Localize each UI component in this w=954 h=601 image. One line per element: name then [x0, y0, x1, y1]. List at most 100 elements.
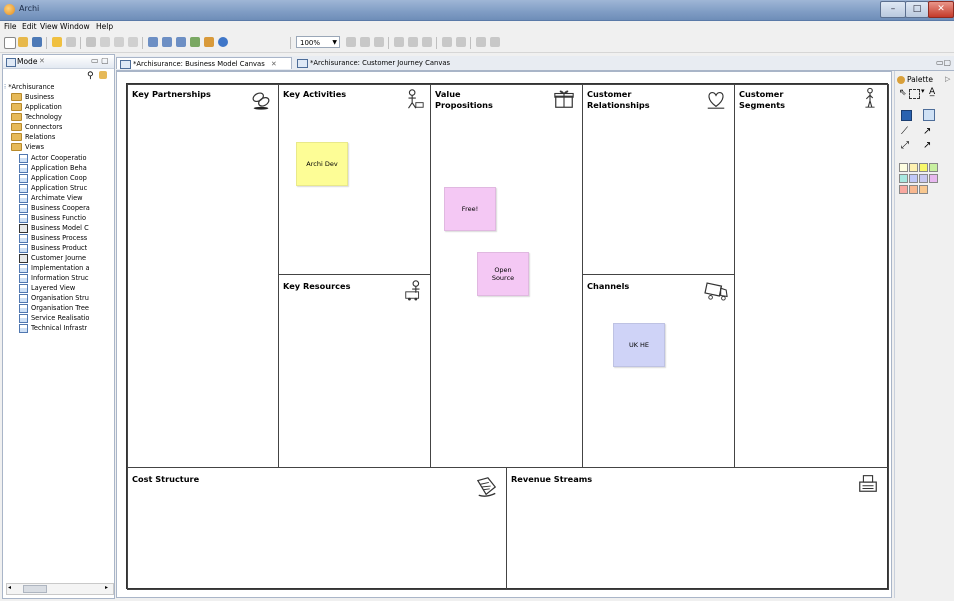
scroll-right-icon[interactable]: ▸: [105, 584, 108, 591]
tree-view-item[interactable]: Application Beha: [19, 163, 87, 173]
tree-view-item[interactable]: Organisation Tree: [19, 303, 89, 313]
new-icon[interactable]: [4, 37, 16, 49]
menu-view[interactable]: View: [40, 21, 58, 33]
close-button[interactable]: ✕: [928, 1, 954, 18]
marquee-tool-icon[interactable]: [909, 89, 920, 99]
close-icon[interactable]: ✕: [271, 60, 277, 68]
connection-arrow-icon[interactable]: ↗: [923, 126, 931, 137]
tree-view-item[interactable]: Business Functio: [19, 213, 86, 223]
close-icon[interactable]: ✕: [39, 57, 45, 65]
sticky-color-swatch[interactable]: [909, 163, 918, 172]
align-right-icon[interactable]: [374, 37, 384, 47]
sticky-note-archi-dev[interactable]: Archi Dev: [296, 142, 348, 186]
open-folder-icon[interactable]: [18, 37, 28, 47]
search-icon[interactable]: ⚲: [87, 71, 94, 81]
navigator-icon[interactable]: [190, 37, 200, 47]
tree-view-item[interactable]: Implementation a: [19, 263, 90, 273]
chevron-right-icon[interactable]: ▷: [945, 75, 950, 83]
tree-root[interactable]: ⁝ *Archisurance: [4, 82, 54, 92]
outline-icon[interactable]: [176, 37, 186, 47]
sticky-color-swatch[interactable]: [929, 163, 938, 172]
select-tool-icon[interactable]: ⇖: [899, 88, 907, 98]
cell-revenue-streams[interactable]: Revenue Streams: [506, 467, 889, 590]
sticky-note-uk-he[interactable]: UK HE: [613, 323, 665, 367]
tree-view-item[interactable]: Customer Journe: [19, 253, 86, 263]
sticky-note-free[interactable]: Free!: [444, 187, 496, 231]
sticky-color-swatch[interactable]: [899, 185, 908, 194]
align-center-icon[interactable]: [360, 37, 370, 47]
undo-icon[interactable]: [52, 37, 62, 47]
default-size-icon[interactable]: [476, 37, 486, 47]
minimize-button[interactable]: –: [880, 1, 906, 18]
copy-icon[interactable]: [100, 37, 110, 47]
tab-business-model-canvas[interactable]: *Archisurance: Business Model Canvas ✕: [116, 57, 292, 69]
delete-icon[interactable]: [128, 37, 138, 47]
tree-folder-relations[interactable]: Relations: [11, 132, 55, 142]
filter-icon[interactable]: [99, 71, 107, 79]
zoom-select[interactable]: 100% ▼: [296, 36, 340, 48]
tree-view-item[interactable]: Service Realisatio: [19, 313, 89, 323]
tree-view-item[interactable]: Archimate View: [19, 193, 83, 203]
match-width-icon[interactable]: [442, 37, 452, 47]
tab-customer-journey-canvas[interactable]: *Archisurance: Customer Journey Canvas: [294, 57, 464, 69]
model-tree-icon[interactable]: [148, 37, 158, 47]
reset-aspect-icon[interactable]: [490, 37, 500, 47]
tree-view-item[interactable]: Business Coopera: [19, 203, 90, 213]
cell-key-resources[interactable]: Key Resources: [278, 274, 431, 468]
tree-view-item[interactable]: Layered View: [19, 283, 75, 293]
menu-edit[interactable]: Edit: [22, 21, 37, 33]
scroll-left-icon[interactable]: ◂: [8, 584, 11, 591]
tree-folder-connectors[interactable]: Connectors: [11, 122, 62, 132]
tree-view-item[interactable]: Business Model C: [19, 223, 89, 233]
tree-folder-technology[interactable]: Technology: [11, 112, 62, 122]
tree-view-item[interactable]: Actor Cooperatio: [19, 153, 87, 163]
format-painter-icon[interactable]: A̲: [929, 87, 935, 97]
horizontal-scrollbar[interactable]: ◂ ▸: [6, 583, 114, 595]
paste-icon[interactable]: [114, 37, 124, 47]
sticky-color-swatch[interactable]: [899, 163, 908, 172]
scrollbar-thumb[interactable]: [23, 585, 47, 593]
sticky-note-open-source[interactable]: Open Source: [477, 252, 529, 296]
minimize-maximize-icon[interactable]: ▭▢: [936, 58, 951, 67]
connection-dashed-icon[interactable]: ⤢: [901, 140, 909, 151]
cut-icon[interactable]: [86, 37, 96, 47]
properties-icon[interactable]: [162, 37, 172, 47]
tree-view-item[interactable]: Business Process: [19, 233, 87, 243]
block-tool-icon[interactable]: [901, 110, 912, 121]
align-top-icon[interactable]: [394, 37, 404, 47]
tree-view-item[interactable]: Organisation Stru: [19, 293, 89, 303]
align-middle-icon[interactable]: [408, 37, 418, 47]
info-icon[interactable]: [218, 37, 228, 47]
align-bottom-icon[interactable]: [422, 37, 432, 47]
tree-view-item[interactable]: Business Product: [19, 243, 87, 253]
sticky-color-swatch[interactable]: [909, 185, 918, 194]
image-tool-icon[interactable]: [923, 109, 935, 121]
sticky-color-swatch[interactable]: [919, 185, 928, 194]
connection-double-icon[interactable]: ↗: [923, 140, 931, 151]
maximize-button[interactable]: □: [905, 1, 929, 18]
redo-icon[interactable]: [66, 37, 76, 47]
model-tree-tab-label[interactable]: Mode: [17, 57, 37, 66]
connection-line-icon[interactable]: ⟋: [901, 126, 908, 137]
cell-key-partnerships[interactable]: Key Partnerships: [127, 84, 279, 468]
tree-view-item[interactable]: Technical Infrastr: [19, 323, 87, 333]
palette-icon[interactable]: [204, 37, 214, 47]
cell-customer-relationships[interactable]: Customer Relationships: [582, 84, 735, 275]
sticky-color-swatch[interactable]: [919, 174, 928, 183]
menu-file[interactable]: File: [4, 21, 17, 33]
minimize-maximize-icon[interactable]: ▭ ▢: [91, 56, 109, 65]
tree-folder-views[interactable]: Views: [11, 142, 44, 152]
sticky-color-swatch[interactable]: [919, 163, 928, 172]
tree-view-item[interactable]: Application Coop: [19, 173, 87, 183]
tree-folder-application[interactable]: Application: [11, 102, 62, 112]
cell-channels[interactable]: Channels: [582, 274, 735, 468]
menu-help[interactable]: Help: [96, 21, 113, 33]
menu-window[interactable]: Window: [60, 21, 90, 33]
window-title-bar[interactable]: Archi – □ ✕: [0, 0, 954, 21]
cell-cost-structure[interactable]: Cost Structure: [127, 467, 507, 590]
sticky-color-swatch[interactable]: [899, 174, 908, 183]
tree-view-item[interactable]: Application Struc: [19, 183, 87, 193]
match-height-icon[interactable]: [456, 37, 466, 47]
tree-folder-business[interactable]: Business: [11, 92, 54, 102]
chevron-down-icon[interactable]: ▾: [921, 87, 925, 95]
